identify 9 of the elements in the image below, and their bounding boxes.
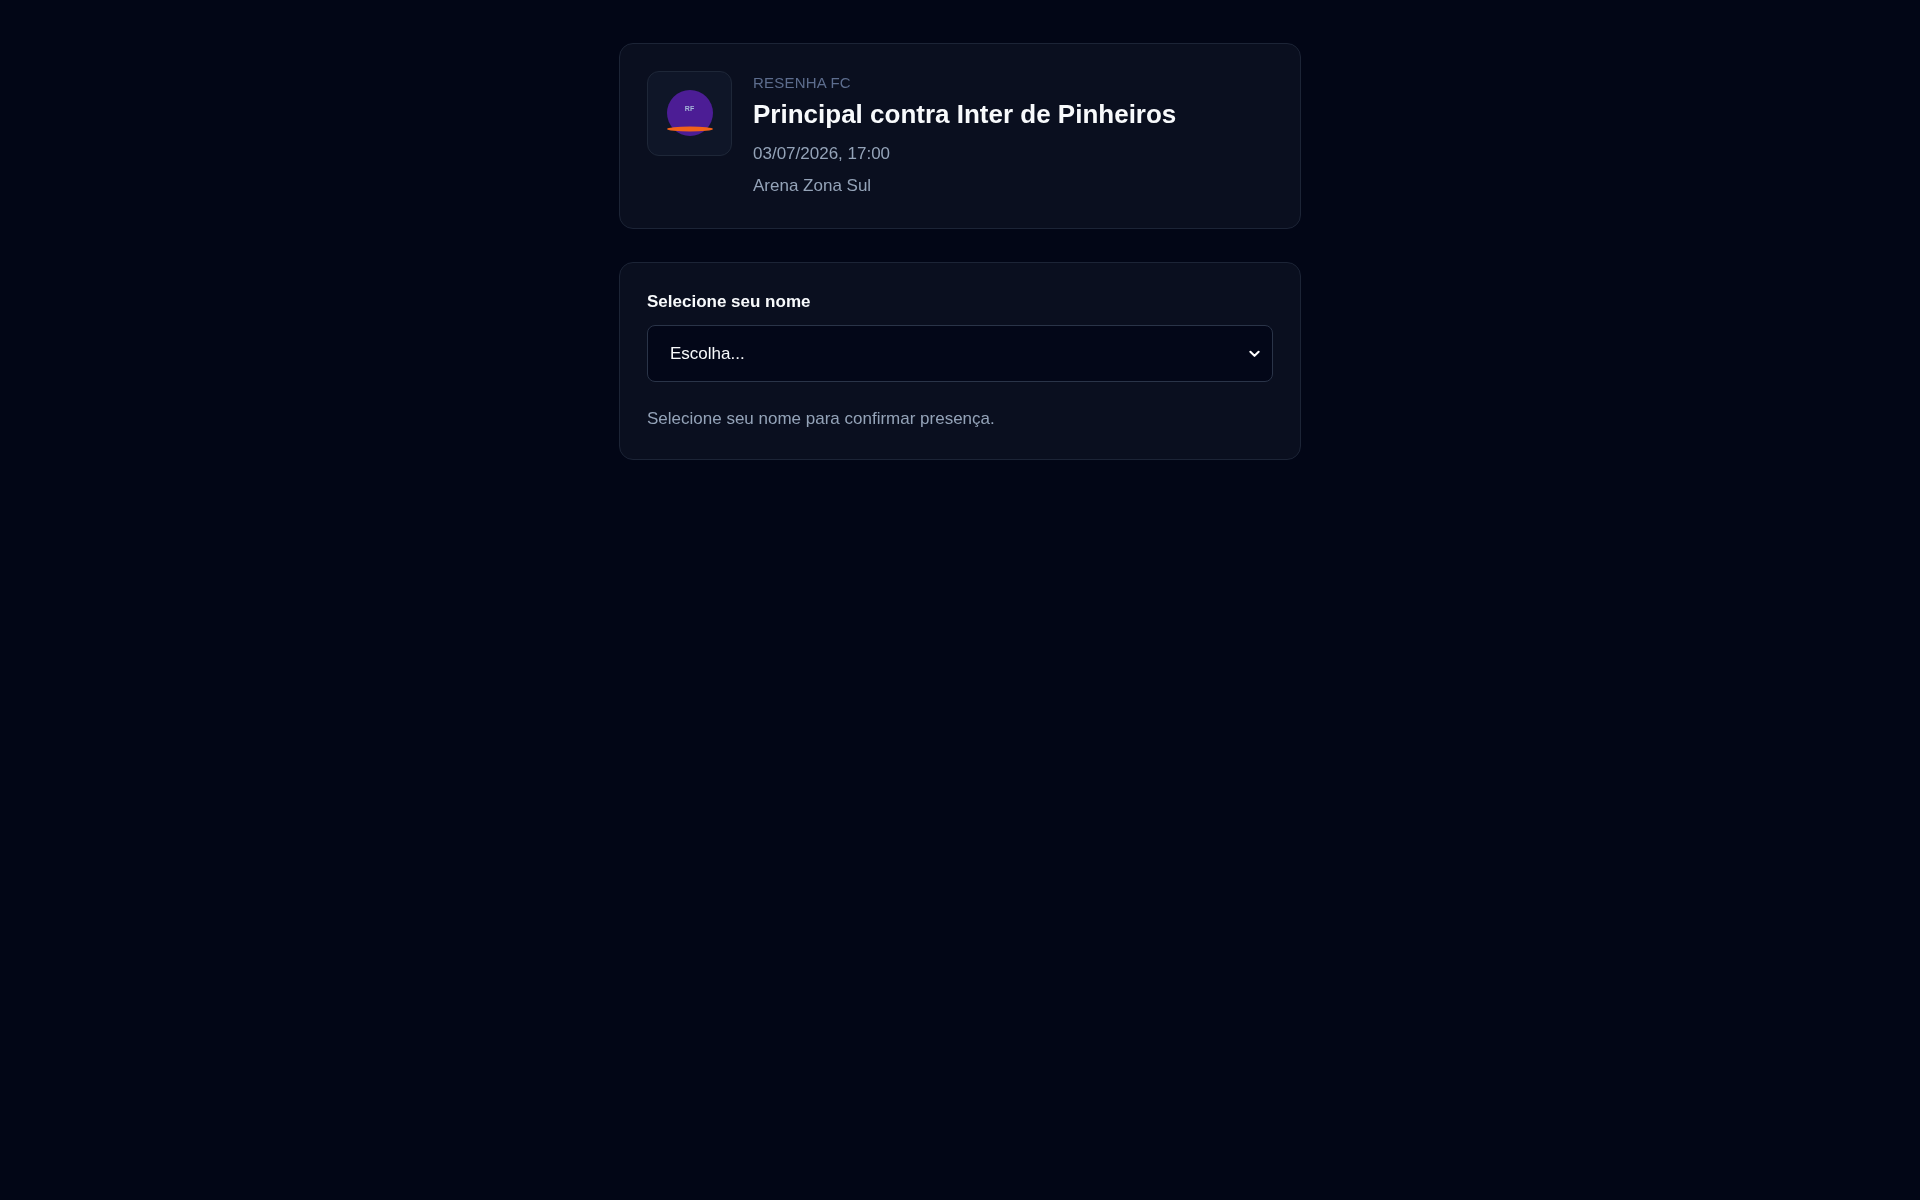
event-venue: Arena Zona Sul [753, 175, 873, 197]
club-name: RESENHA FC [753, 73, 852, 93]
name-select[interactable]: Escolha... [647, 325, 1273, 382]
club-crest-icon [665, 89, 714, 138]
event-title: Principal contra Inter de Pinheiros [753, 98, 1177, 130]
field-label: Selecione seu nome [647, 291, 812, 313]
chevron-down-icon [1249, 349, 1260, 358]
helper-text: Selecione seu nome para confirmar presença. [647, 408, 996, 430]
event-datetime: 03/07/2026, 17:00 [753, 143, 892, 165]
